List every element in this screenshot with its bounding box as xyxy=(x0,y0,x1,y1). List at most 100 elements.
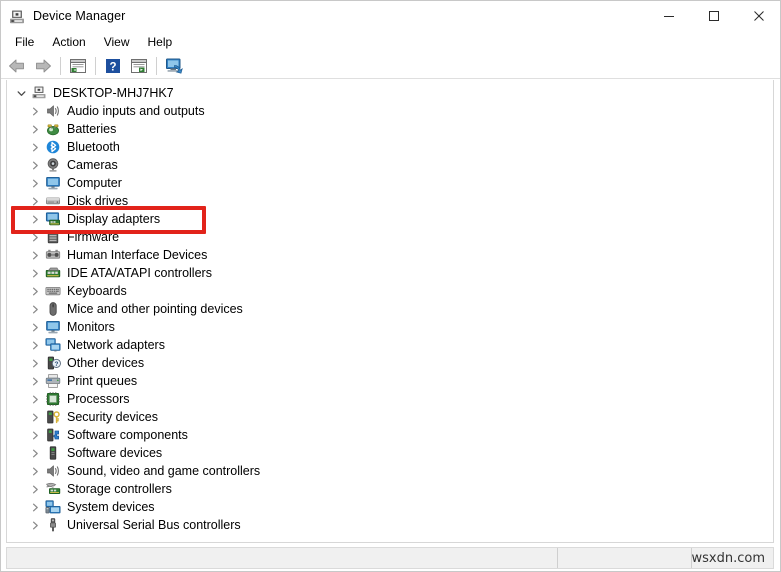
tree-row-batteries[interactable]: Batteries xyxy=(7,120,773,138)
tree-row-label: Bluetooth xyxy=(67,140,120,154)
menu-item-view[interactable]: View xyxy=(95,33,139,52)
tree-row-cameras[interactable]: Cameras xyxy=(7,156,773,174)
tree-row-audio-inputs-and-outputs[interactable]: Audio inputs and outputs xyxy=(7,102,773,120)
tree-row-ide-ata-atapi-controllers[interactable]: IDE ATA/ATAPI controllers xyxy=(7,264,773,282)
tree-row-label: Keyboards xyxy=(67,284,127,298)
chevron-right-icon[interactable] xyxy=(27,211,43,227)
tree-row-label: Batteries xyxy=(67,122,117,136)
tree-row-software-devices[interactable]: Software devices xyxy=(7,444,773,462)
minimize-button[interactable] xyxy=(646,0,691,31)
close-button[interactable] xyxy=(736,0,781,31)
tree-row-display-adapters[interactable]: Display adapters xyxy=(7,210,773,228)
chevron-right-icon[interactable] xyxy=(27,409,43,425)
device-tree-panel[interactable]: DESKTOP-MHJ7HK7 Audio inputs and outputs B… xyxy=(6,80,774,543)
menu-item-file[interactable]: File xyxy=(6,33,43,52)
maximize-icon xyxy=(708,10,719,21)
status-bar: wsxdn.com xyxy=(6,547,774,569)
chevron-right-icon[interactable] xyxy=(27,499,43,515)
chevron-right-icon[interactable] xyxy=(27,193,43,209)
keyboard-icon xyxy=(45,283,61,299)
tree-row-mice-and-other-pointing-devices[interactable]: Mice and other pointing devices xyxy=(7,300,773,318)
chevron-right-icon[interactable] xyxy=(27,373,43,389)
tree-row-bluetooth[interactable]: Bluetooth xyxy=(7,138,773,156)
tree-row-software-components[interactable]: Software components xyxy=(7,426,773,444)
chevron-right-icon[interactable] xyxy=(27,517,43,533)
tree-row-keyboards[interactable]: Keyboards xyxy=(7,282,773,300)
tree-row-print-queues[interactable]: Print queues xyxy=(7,372,773,390)
tree-row-root[interactable]: DESKTOP-MHJ7HK7 xyxy=(7,84,773,102)
toolbar-separator-1 xyxy=(60,56,61,75)
chevron-right-icon[interactable] xyxy=(27,337,43,353)
device-tree: DESKTOP-MHJ7HK7 Audio inputs and outputs B… xyxy=(7,80,773,534)
help-button[interactable]: ? xyxy=(100,54,126,78)
processor-icon xyxy=(45,391,61,407)
chevron-right-icon[interactable] xyxy=(27,175,43,191)
scan-for-hardware-changes-button[interactable] xyxy=(161,54,187,78)
show-hide-console-tree-button[interactable] xyxy=(65,54,91,78)
tree-row-human-interface-devices[interactable]: Human Interface Devices xyxy=(7,246,773,264)
chevron-right-icon[interactable] xyxy=(27,463,43,479)
chevron-right-icon[interactable] xyxy=(27,265,43,281)
tree-row-label: Disk drives xyxy=(67,194,129,208)
chevron-right-icon[interactable] xyxy=(27,229,43,245)
speaker-icon xyxy=(45,103,61,119)
chevron-right-icon[interactable] xyxy=(27,301,43,317)
tree-row-label: DESKTOP-MHJ7HK7 xyxy=(53,86,174,100)
monitor-icon xyxy=(45,319,61,335)
window-controls xyxy=(646,0,781,31)
tree-row-processors[interactable]: Processors xyxy=(7,390,773,408)
tree-row-label: Monitors xyxy=(67,320,115,334)
tree-row-universal-serial-bus-controllers[interactable]: Universal Serial Bus controllers xyxy=(7,516,773,534)
tree-row-other-devices[interactable]: ? Other devices xyxy=(7,354,773,372)
tree-row-label: Display adapters xyxy=(67,212,161,226)
back-arrow-icon xyxy=(9,59,24,72)
camera-icon xyxy=(45,157,61,173)
chevron-right-icon[interactable] xyxy=(27,247,43,263)
toolbar-separator-3 xyxy=(156,56,157,75)
status-pane-secondary xyxy=(556,548,691,568)
tree-row-sound-video-and-game-controllers[interactable]: Sound, video and game controllers xyxy=(7,462,773,480)
tree-row-label: IDE ATA/ATAPI controllers xyxy=(67,266,212,280)
menu-item-help[interactable]: Help xyxy=(139,33,182,52)
tree-row-label: Storage controllers xyxy=(67,482,172,496)
tree-row-network-adapters[interactable]: Network adapters xyxy=(7,336,773,354)
toolbar: ? xyxy=(0,53,781,79)
chevron-right-icon[interactable] xyxy=(27,391,43,407)
firmware-icon xyxy=(45,229,61,245)
chevron-right-icon[interactable] xyxy=(27,427,43,443)
tree-row-firmware[interactable]: Firmware xyxy=(7,228,773,246)
chevron-right-icon[interactable] xyxy=(27,283,43,299)
chevron-right-icon[interactable] xyxy=(27,445,43,461)
tree-row-label: Mice and other pointing devices xyxy=(67,302,243,316)
tree-row-security-devices[interactable]: Security devices xyxy=(7,408,773,426)
forward-button[interactable] xyxy=(30,54,56,78)
other-device-icon: ? xyxy=(45,355,61,371)
menu-item-action[interactable]: Action xyxy=(43,33,94,52)
chevron-right-icon[interactable] xyxy=(27,103,43,119)
chevron-right-icon[interactable] xyxy=(27,139,43,155)
usb-icon xyxy=(45,517,61,533)
tree-row-label: Software devices xyxy=(67,446,163,460)
tree-row-disk-drives[interactable]: Disk drives xyxy=(7,192,773,210)
ide-controller-icon xyxy=(45,265,61,281)
chevron-right-icon[interactable] xyxy=(27,157,43,173)
chevron-down-icon[interactable] xyxy=(13,85,29,101)
printer-icon xyxy=(45,373,61,389)
properties-button[interactable] xyxy=(126,54,152,78)
chevron-right-icon[interactable] xyxy=(27,481,43,497)
tree-row-computer[interactable]: Computer xyxy=(7,174,773,192)
maximize-button[interactable] xyxy=(691,0,736,31)
watermark-text: wsxdn.com xyxy=(691,550,766,566)
forward-arrow-icon xyxy=(36,59,51,72)
tree-row-label: System devices xyxy=(67,500,155,514)
title-bar: Device Manager xyxy=(0,0,781,31)
tree-row-monitors[interactable]: Monitors xyxy=(7,318,773,336)
tree-row-storage-controllers[interactable]: Storage controllers xyxy=(7,480,773,498)
chevron-right-icon[interactable] xyxy=(27,319,43,335)
show-hide-console-tree-icon xyxy=(70,58,86,73)
tree-row-system-devices[interactable]: System devices xyxy=(7,498,773,516)
chevron-right-icon[interactable] xyxy=(27,121,43,137)
chevron-right-icon[interactable] xyxy=(27,355,43,371)
properties-icon xyxy=(131,58,147,73)
back-button[interactable] xyxy=(4,54,30,78)
